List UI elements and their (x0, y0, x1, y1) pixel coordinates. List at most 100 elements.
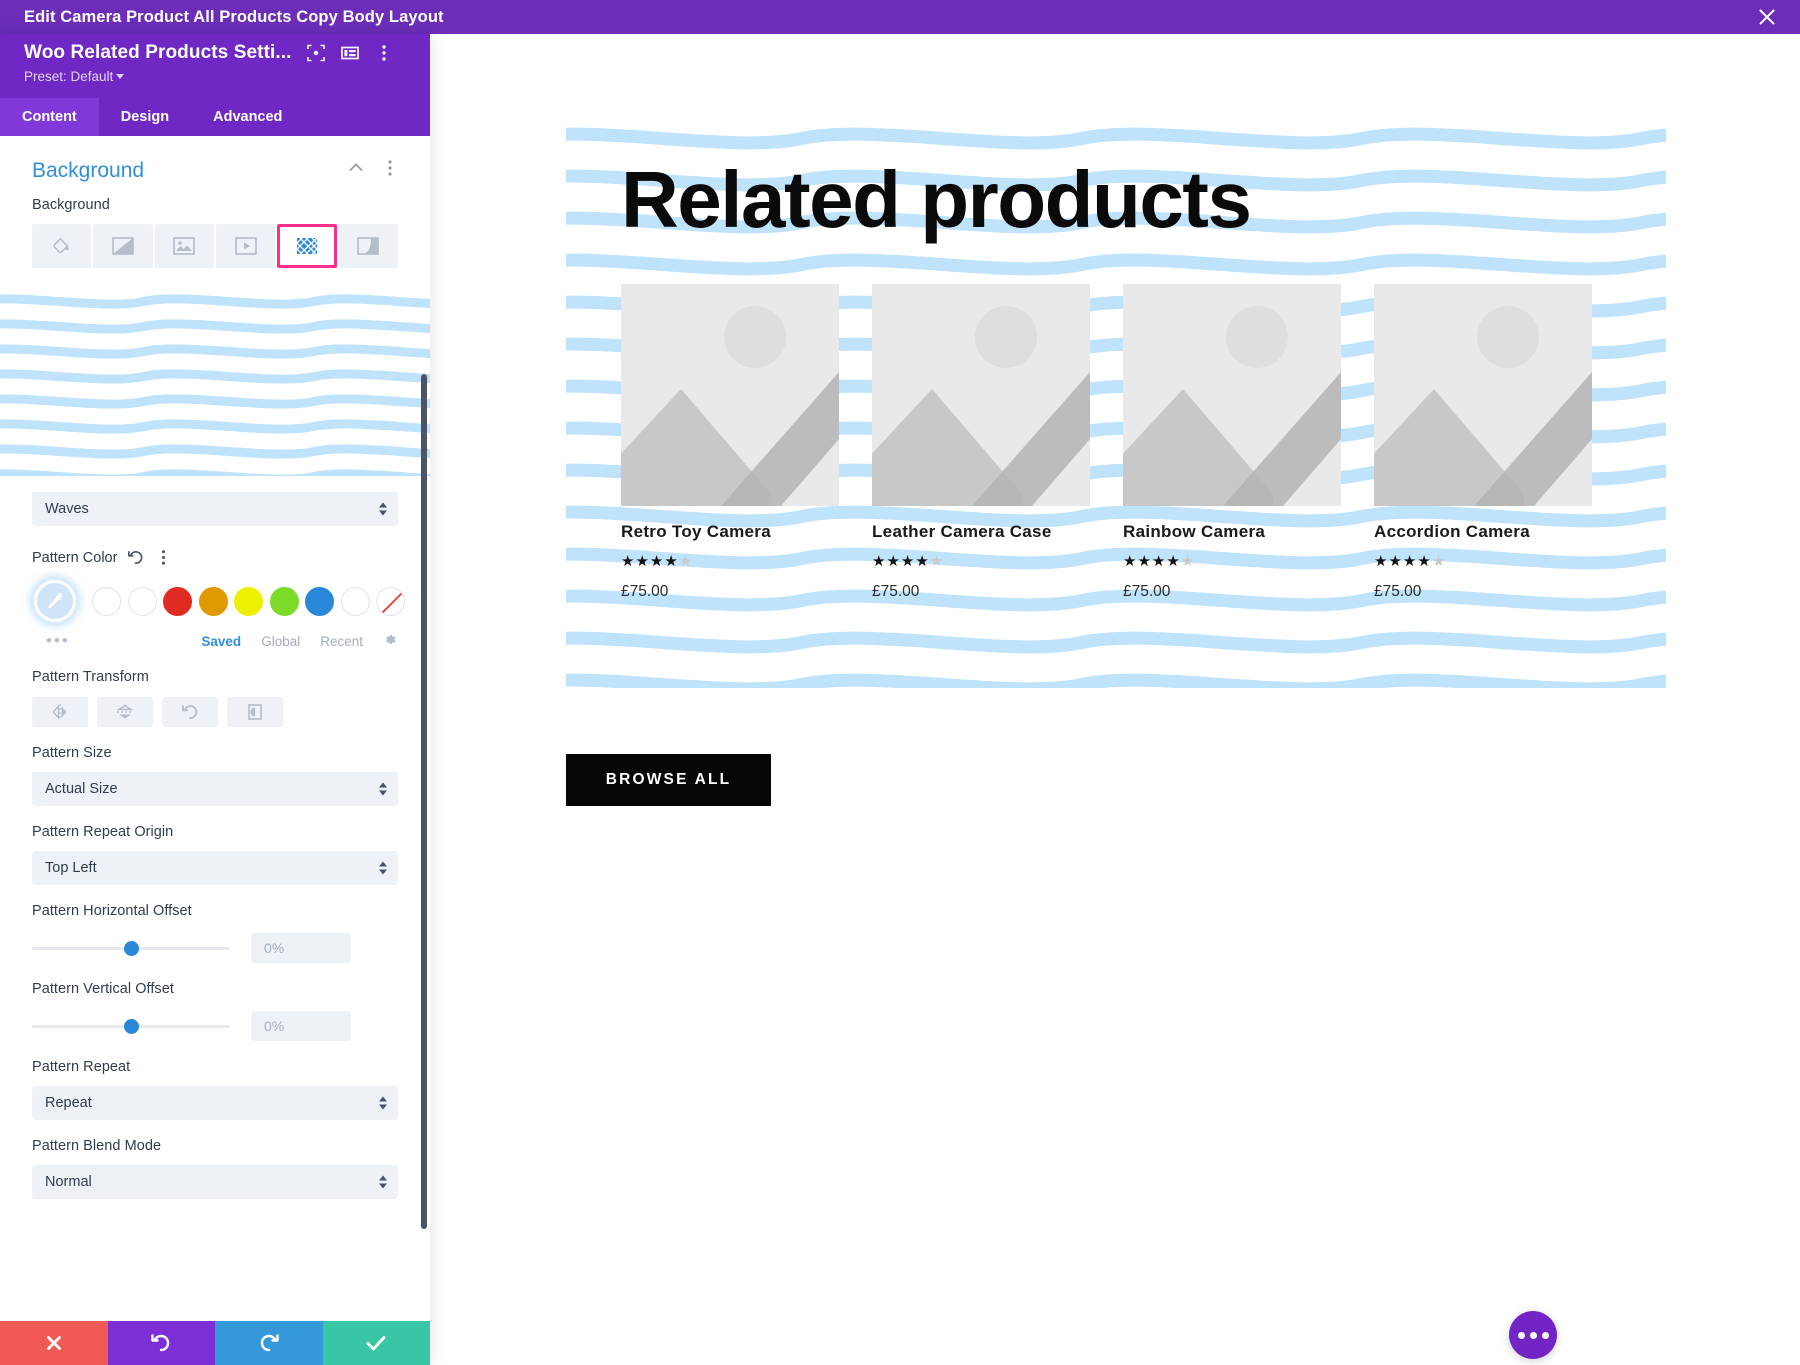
redo-button[interactable] (215, 1321, 323, 1365)
undo-button[interactable] (108, 1321, 216, 1365)
color-tab-saved[interactable]: Saved (201, 634, 241, 649)
product-card: Retro Toy Camera★★★★★£75.00 (621, 284, 839, 601)
rotate-icon[interactable] (162, 697, 218, 727)
gear-icon[interactable] (381, 631, 398, 651)
pattern-blend-mode-select[interactable]: Normal (32, 1165, 398, 1199)
swatch-transparent[interactable] (376, 587, 405, 616)
product-name[interactable]: Accordion Camera (1374, 522, 1592, 542)
placeholder-mountain-icon (872, 284, 1090, 506)
kebab-menu-icon[interactable] (374, 43, 394, 63)
bg-type-color[interactable] (32, 224, 91, 268)
pattern-size-select[interactable]: Actual Size (32, 772, 398, 806)
pattern-blend-mode-label: Pattern Blend Mode (32, 1138, 398, 1154)
swatch-white-2[interactable] (128, 587, 157, 616)
tab-design[interactable]: Design (99, 98, 191, 136)
cancel-button[interactable] (0, 1321, 108, 1365)
redo-icon (257, 1331, 281, 1355)
save-button[interactable] (323, 1321, 431, 1365)
panel-header: Woo Related Products Setti... (0, 34, 430, 98)
browse-all-button[interactable]: BROWSE ALL (566, 754, 771, 806)
pattern-vertical-offset-input[interactable]: 0% (251, 1011, 351, 1041)
pattern-preview (0, 286, 430, 476)
bg-type-pattern[interactable] (277, 224, 336, 268)
window-title: Edit Camera Product All Products Copy Bo… (24, 8, 444, 27)
flip-horizontal-icon[interactable] (32, 697, 88, 727)
select-arrows-icon (379, 1097, 387, 1110)
pattern-blend-mode-field: Pattern Blend Mode Normal (0, 1138, 430, 1199)
pattern-size-label: Pattern Size (32, 745, 398, 761)
focus-module-icon[interactable] (306, 43, 326, 63)
video-icon (235, 237, 257, 255)
section-options-kebab-menu-icon[interactable] (380, 158, 400, 183)
flip-vertical-icon[interactable] (97, 697, 153, 727)
pattern-horizontal-offset-input[interactable]: 0% (251, 933, 351, 963)
pattern-vertical-offset-field: Pattern Vertical Offset 0% (0, 981, 430, 1041)
pattern-style-select[interactable]: Waves (32, 492, 398, 526)
eyedropper-swatch[interactable] (34, 580, 76, 622)
reset-icon[interactable] (126, 548, 145, 567)
ellipsis-icon[interactable]: ••• (46, 631, 70, 651)
pattern-transform-field: Pattern Transform (0, 669, 430, 727)
preset-selector[interactable]: Preset: Default (24, 69, 414, 84)
ellipsis-icon (1542, 1332, 1549, 1339)
pattern-color-field: Pattern Color (0, 548, 430, 651)
module-settings-panel: Woo Related Products Setti... (0, 34, 430, 1365)
page-title: Related products (621, 160, 1611, 240)
bg-type-gradient[interactable] (93, 224, 152, 268)
preset-label: Preset: Default (24, 69, 113, 84)
ellipsis-icon (1530, 1332, 1537, 1339)
swatch-yellow[interactable] (234, 587, 263, 616)
wave-stripe (0, 461, 430, 476)
swatch-red[interactable] (163, 587, 192, 616)
swatch-blue[interactable] (305, 587, 334, 616)
pattern-origin-value: Top Left (45, 860, 97, 876)
slider-thumb[interactable] (124, 1019, 139, 1034)
bg-type-mask[interactable] (339, 224, 398, 268)
product-name[interactable]: Rainbow Camera (1123, 522, 1341, 542)
bg-type-image[interactable] (155, 224, 214, 268)
tab-advanced[interactable]: Advanced (191, 98, 304, 136)
layout-toggle-icon[interactable] (340, 43, 360, 63)
pattern-color-kebab-menu-icon[interactable] (154, 548, 173, 567)
pattern-vertical-offset-slider[interactable] (32, 1015, 230, 1037)
chevron-up-icon[interactable] (346, 158, 366, 183)
pattern-vertical-offset-label: Pattern Vertical Offset (32, 981, 398, 997)
pattern-horizontal-offset-slider[interactable] (32, 937, 230, 959)
product-card: Accordion Camera★★★★★£75.00 (1374, 284, 1592, 601)
panel-tabs: Content Design Advanced (0, 98, 430, 136)
product-card: Leather Camera Case★★★★★£75.00 (872, 284, 1090, 601)
color-source-row: ••• Saved Global Recent (32, 631, 398, 651)
panel-scrollbar[interactable] (421, 374, 427, 1229)
pattern-origin-select[interactable]: Top Left (32, 851, 398, 885)
product-placeholder-image[interactable] (1374, 284, 1592, 506)
slider-thumb[interactable] (124, 941, 139, 956)
wave-stripe (566, 661, 1666, 688)
bg-type-video[interactable] (216, 224, 275, 268)
pattern-repeat-select[interactable]: Repeat (32, 1086, 398, 1120)
product-placeholder-image[interactable] (621, 284, 839, 506)
mask-icon (357, 237, 379, 255)
product-name[interactable]: Leather Camera Case (872, 522, 1090, 542)
invert-icon[interactable] (227, 697, 283, 727)
page-settings-fab-button[interactable] (1509, 1311, 1557, 1359)
section-title: Background (32, 159, 346, 183)
background-type-group (32, 224, 398, 268)
pattern-origin-field: Pattern Repeat Origin Top Left (0, 824, 430, 885)
pattern-size-value: Actual Size (45, 781, 118, 797)
swatch-white-3[interactable] (341, 587, 370, 616)
product-name[interactable]: Retro Toy Camera (621, 522, 839, 542)
swatch-white-1[interactable] (92, 587, 121, 616)
swatch-green[interactable] (270, 587, 299, 616)
close-icon[interactable] (1756, 6, 1778, 28)
product-rating-stars: ★★★★★ (621, 554, 839, 569)
pattern-style-value: Waves (45, 501, 89, 517)
color-tab-global[interactable]: Global (261, 634, 300, 649)
tab-content[interactable]: Content (0, 98, 99, 136)
color-tab-recent[interactable]: Recent (320, 634, 363, 649)
swatch-orange[interactable] (199, 587, 228, 616)
product-placeholder-image[interactable] (1123, 284, 1341, 506)
wave-stripe (566, 619, 1666, 666)
product-grid: Retro Toy Camera★★★★★£75.00Leather Camer… (621, 284, 1611, 601)
product-placeholder-image[interactable] (872, 284, 1090, 506)
pattern-icon (296, 237, 318, 255)
